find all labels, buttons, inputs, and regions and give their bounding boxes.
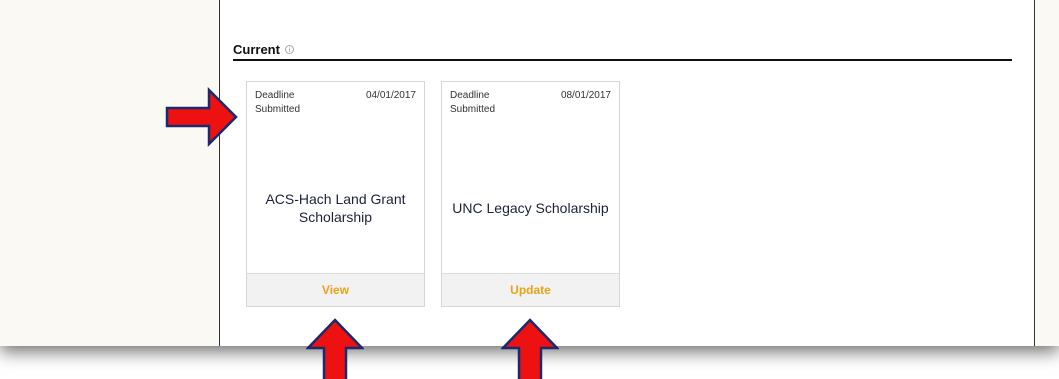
deadline-date: 04/01/2017	[365, 90, 416, 101]
card-deadline-row: Deadline 08/01/2017	[450, 90, 611, 101]
main-content: Current i Deadline 04/01/2017 Submitted …	[221, 0, 1034, 346]
card-title: ACS-Hach Land Grant Scholarship	[265, 191, 406, 225]
deadline-label: Deadline	[450, 90, 490, 101]
view-button[interactable]: View	[247, 273, 424, 306]
section-header: Current i	[233, 39, 1012, 61]
card-deadline-row: Deadline 04/01/2017	[255, 90, 416, 101]
info-icon[interactable]: i	[284, 44, 294, 54]
card-title: UNC Legacy Scholarship	[452, 200, 609, 216]
deadline-date: 08/01/2017	[560, 90, 611, 101]
left-panel	[0, 0, 220, 346]
right-panel	[1034, 0, 1059, 346]
card-status: Submitted	[255, 104, 301, 115]
annotation-arrow-right-icon	[165, 87, 238, 147]
screenshot-stage: Current i Deadline 04/01/2017 Submitted …	[0, 0, 1059, 379]
annotation-arrow-up-icon	[306, 318, 364, 379]
deadline-label: Deadline	[255, 90, 295, 101]
card-status: Submitted	[450, 104, 496, 115]
scholarship-card: Deadline 04/01/2017 Submitted ACS-Hach L…	[246, 81, 425, 307]
scholarship-card: Deadline 08/01/2017 Submitted UNC Legacy…	[441, 81, 620, 307]
section-title: Current	[233, 41, 280, 57]
update-button[interactable]: Update	[442, 273, 619, 306]
annotation-arrow-up-icon	[501, 318, 559, 379]
page-frame: Current i Deadline 04/01/2017 Submitted …	[0, 0, 1059, 346]
